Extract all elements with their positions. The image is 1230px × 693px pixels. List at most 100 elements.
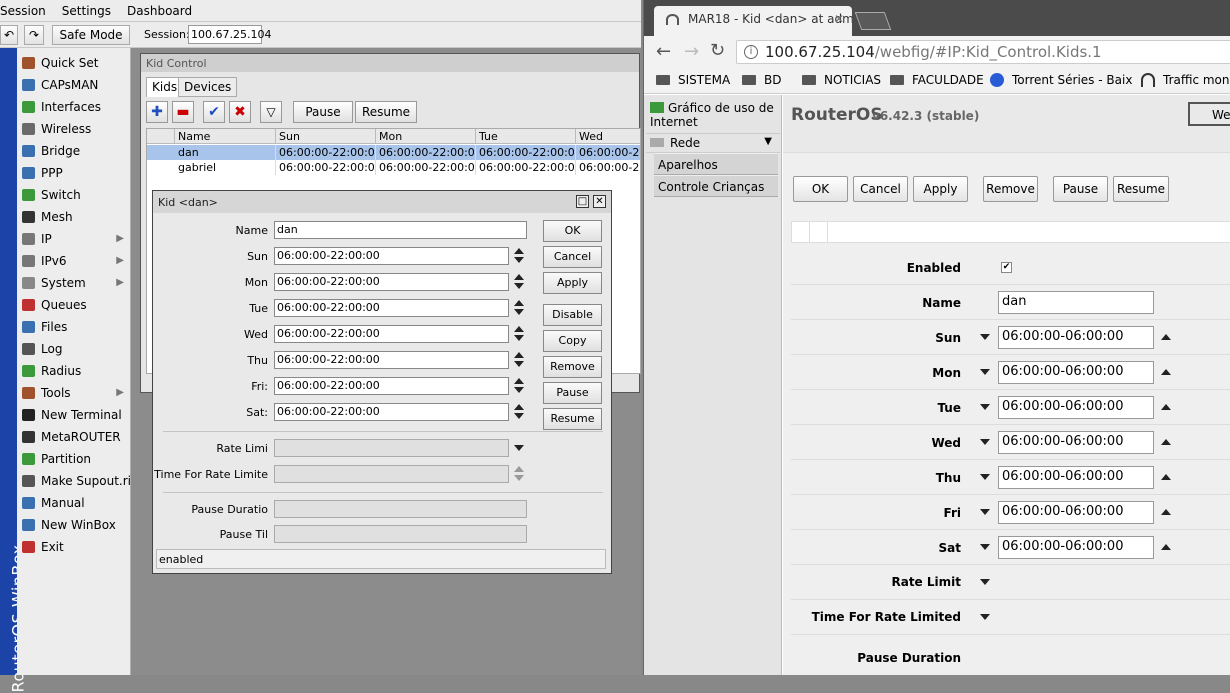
url-input[interactable]: i 100.67.25.104/webfig/#IP:Kid_Control.K…	[736, 40, 1230, 64]
sidebar-item-queues[interactable]: Queues	[17, 294, 130, 316]
sidebar-item-ip[interactable]: IP ▶	[17, 228, 130, 250]
pause-button[interactable]: Pause	[543, 382, 602, 404]
rate-limit-field[interactable]	[274, 439, 509, 457]
col-name[interactable]: Name	[175, 129, 276, 144]
chevron-up-icon[interactable]	[1161, 509, 1171, 515]
chevron-up-icon[interactable]	[1161, 544, 1171, 550]
chevron-up-icon[interactable]	[1161, 369, 1171, 375]
menu-dashboard[interactable]: Dashboard	[127, 0, 192, 18]
bookmark-torrent[interactable]: Torrent Séries - Baix	[990, 73, 1132, 87]
spinner-icon[interactable]	[514, 247, 524, 265]
close-icon[interactable]: ✕	[593, 195, 606, 208]
sidebar-item-mesh[interactable]: Mesh	[17, 206, 130, 228]
remove-button[interactable]: Remove	[983, 176, 1038, 202]
remove-button[interactable]: Remove	[543, 356, 602, 378]
resume-button[interactable]: Resume	[1113, 176, 1169, 202]
session-field[interactable]: 100.67.25.104	[188, 25, 271, 44]
col-sun[interactable]: Sun	[276, 129, 376, 144]
sidebar-item-wireless[interactable]: Wireless	[17, 118, 130, 140]
chevron-down-icon[interactable]	[980, 369, 990, 375]
remove-icon[interactable]: ▬	[172, 101, 194, 123]
nav-graph[interactable]: Gráfico de uso de Internet	[646, 99, 780, 131]
sidebar-item-manual[interactable]: Manual	[17, 492, 130, 514]
copy-button[interactable]: Copy	[543, 330, 602, 352]
resume-button[interactable]: Resume	[355, 101, 417, 123]
undo-icon[interactable]: ↶	[0, 25, 18, 45]
sidebar-item-bridge[interactable]: Bridge	[17, 140, 130, 162]
sidebar-item-capsman[interactable]: CAPsMAN	[17, 74, 130, 96]
filter-icon[interactable]: ▽	[260, 101, 282, 123]
ok-button[interactable]: OK	[543, 220, 602, 242]
spinner-icon[interactable]	[514, 403, 524, 421]
tab-devices[interactable]: Devices	[178, 77, 238, 97]
name-input[interactable]: dan	[998, 291, 1154, 314]
day-input[interactable]: 06:00:00-06:00:00	[998, 326, 1154, 349]
nav-rede[interactable]: Rede ▼	[646, 133, 780, 153]
new-tab-button[interactable]	[854, 12, 892, 30]
schedule-input[interactable]: 06:00:00-22:00:00	[274, 273, 509, 291]
enabled-checkbox[interactable]: ✔	[1001, 262, 1012, 273]
chevron-up-icon[interactable]	[1161, 439, 1171, 445]
webfig-tab[interactable]	[810, 222, 828, 242]
time-for-rate-limit-field[interactable]	[274, 465, 509, 483]
pause-duration-field[interactable]	[274, 500, 527, 518]
sidebar-item-files[interactable]: Files	[17, 316, 130, 338]
spinner-icon[interactable]	[514, 325, 524, 343]
spinner-icon[interactable]	[514, 273, 524, 291]
sidebar-item-switch[interactable]: Switch	[17, 184, 130, 206]
spinner-icon[interactable]	[514, 377, 524, 395]
apply-button[interactable]: Apply	[913, 176, 968, 202]
chevron-up-icon[interactable]	[1161, 404, 1171, 410]
schedule-input[interactable]: 06:00:00-22:00:00	[274, 403, 509, 421]
day-input[interactable]: 06:00:00-06:00:00	[998, 536, 1154, 559]
spinner-icon[interactable]	[514, 351, 524, 369]
chevron-down-icon[interactable]	[514, 445, 524, 451]
sidebar-item-make-supout-rif[interactable]: Make Supout.rif	[17, 470, 135, 492]
bookmark-faculdade[interactable]: FACULDADE	[890, 73, 984, 87]
cancel-button[interactable]: Cancel	[853, 176, 908, 202]
resume-button[interactable]: Resume	[543, 408, 602, 430]
ok-button[interactable]: OK	[793, 176, 848, 202]
schedule-input[interactable]: 06:00:00-22:00:00	[274, 247, 509, 265]
day-input[interactable]: 06:00:00-06:00:00	[998, 466, 1154, 489]
chevron-down-icon[interactable]	[980, 334, 990, 340]
schedule-input[interactable]: 06:00:00-22:00:00	[274, 377, 509, 395]
redo-icon[interactable]: ↷	[24, 25, 44, 45]
bookmark-bd[interactable]: BD	[742, 73, 781, 87]
reload-icon[interactable]: ↻	[710, 40, 725, 61]
chevron-down-icon[interactable]	[980, 509, 990, 515]
back-icon[interactable]: ←	[656, 41, 671, 62]
expand-down-icon[interactable]	[980, 579, 990, 585]
apply-button[interactable]: Apply	[543, 272, 602, 294]
disable-button[interactable]: Disable	[543, 304, 602, 326]
sidebar-item-ipv6[interactable]: IPv6 ▶	[17, 250, 130, 272]
sidebar-item-system[interactable]: System ▶	[17, 272, 130, 294]
chevron-down-icon[interactable]	[980, 439, 990, 445]
pause-button[interactable]: Pause	[1053, 176, 1108, 202]
col-mon[interactable]: Mon	[376, 129, 476, 144]
schedule-input[interactable]: 06:00:00-22:00:00	[274, 325, 509, 343]
schedule-input[interactable]: 06:00:00-22:00:00	[274, 351, 509, 369]
table-row[interactable]: gabriel 06:00:00-22:00:00 06:00:00-22:00…	[147, 160, 640, 175]
menu-settings[interactable]: Settings	[62, 0, 111, 18]
day-input[interactable]: 06:00:00-06:00:00	[998, 431, 1154, 454]
schedule-input[interactable]: 06:00:00-22:00:00	[274, 299, 509, 317]
name-input[interactable]: dan	[274, 221, 527, 239]
sidebar-item-new-terminal[interactable]: New Terminal	[17, 404, 130, 426]
bookmark-noticias[interactable]: NOTICIAS	[802, 73, 881, 87]
chevron-down-icon[interactable]	[980, 544, 990, 550]
sidebar-item-new-winbox[interactable]: New WinBox	[17, 514, 130, 536]
menu-session[interactable]: Session	[0, 0, 46, 18]
spinner-icon[interactable]	[514, 465, 524, 483]
expand-down-icon[interactable]	[980, 614, 990, 620]
webfig-header-button[interactable]: We	[1188, 102, 1230, 126]
chevron-up-icon[interactable]	[1161, 334, 1171, 340]
chevron-down-icon[interactable]	[980, 474, 990, 480]
spinner-icon[interactable]	[514, 299, 524, 317]
chevron-down-icon[interactable]	[980, 404, 990, 410]
sidebar-item-quick-set[interactable]: Quick Set	[17, 52, 130, 74]
maximize-icon[interactable]: □	[576, 195, 589, 208]
col-wed[interactable]: Wed	[576, 129, 640, 144]
bookmark-traffic[interactable]: Traffic monit	[1141, 73, 1230, 87]
close-tab-icon[interactable]: ✕	[834, 12, 844, 26]
